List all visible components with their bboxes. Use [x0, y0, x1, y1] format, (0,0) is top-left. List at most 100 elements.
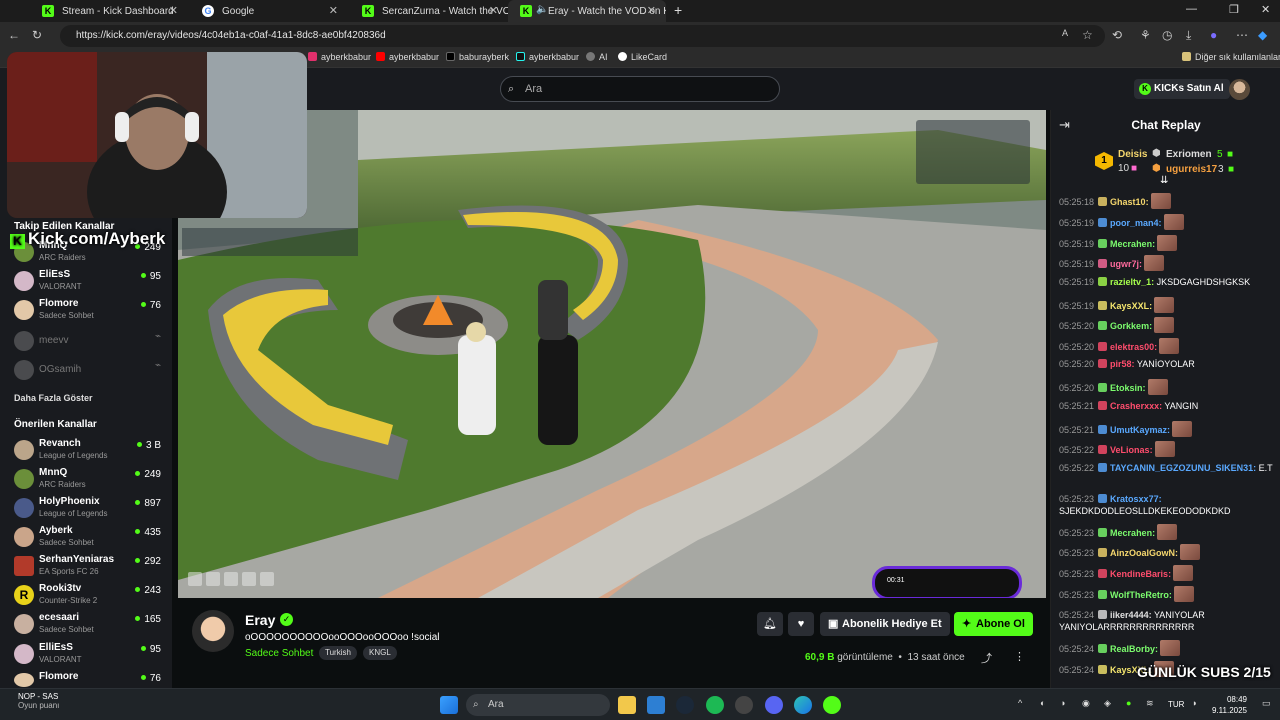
close-tab-icon[interactable]: ✕ — [329, 4, 338, 17]
history-icon[interactable]: ◷ — [1162, 28, 1172, 42]
spotify-icon[interactable] — [706, 696, 724, 714]
sidebar-channel-serhanyeniaras[interactable]: SerhanYeniaras EA Sports FC 26 292 — [0, 553, 172, 581]
url-input[interactable]: https://kick.com/eray/videos/4c04eb1a-c0… — [60, 25, 1105, 47]
tag-kngl[interactable]: KNGL — [363, 646, 397, 660]
extensions-icon[interactable]: ⟲ — [1112, 28, 1122, 42]
tray-chevron-icon[interactable]: ^ — [1018, 698, 1022, 708]
message-username[interactable]: WolfTheRetro: — [1110, 590, 1172, 600]
message-username[interactable]: iiker4444: — [1110, 610, 1152, 620]
tab-google[interactable]: G Google ✕ — [190, 0, 348, 22]
message-username[interactable]: Ghast10: — [1110, 197, 1149, 207]
maximize-icon[interactable]: ❐ — [1229, 3, 1239, 16]
volume-icon[interactable]: ◗ — [1192, 698, 1197, 708]
streamer-name[interactable]: Eray — [245, 612, 275, 628]
start-icon[interactable] — [440, 696, 458, 714]
subscribe-button[interactable]: ✦ Abone Ol — [954, 612, 1033, 636]
tray-app-icon[interactable]: ◑ — [1060, 698, 1065, 708]
bookmark-tiktok[interactable]: ayberkbabur — [516, 52, 579, 62]
sidebar-channel-rooki3tv[interactable]: R Rooki3tv Counter-Strike 2 243 — [0, 582, 172, 610]
tab-kick-dashboard[interactable]: K Stream - Kick Dashboard ✕ — [30, 0, 188, 22]
more-options-icon[interactable]: ⋮ — [1014, 650, 1025, 663]
kick-app-icon[interactable] — [823, 696, 841, 714]
bookmark-instagram[interactable]: ayberkbabur — [308, 52, 371, 62]
close-window-icon[interactable]: ✕ — [1261, 3, 1270, 16]
taskbar-search[interactable]: ⌕ Ara — [466, 694, 610, 716]
close-tab-icon[interactable]: ✕ — [169, 4, 178, 17]
app-icon[interactable] — [735, 696, 753, 714]
tab-eray-vod[interactable]: K 🔈 Eray - Watch the VOD on Kick ✕ — [508, 0, 666, 22]
bookmark-youtube[interactable]: ayberkbabur — [376, 52, 439, 62]
share-icon[interactable]: ⤴ — [981, 650, 992, 666]
sidebar-channel-revanch[interactable]: Revanch League of Legends 3 B — [0, 437, 172, 465]
sidebar-channel-holyphoenix[interactable]: HolyPhoenix League of Legends 897 — [0, 495, 172, 523]
network-icon[interactable]: ≋ — [1146, 698, 1154, 709]
message-username[interactable]: Crasherxxx: — [1110, 401, 1162, 411]
minimize-icon[interactable]: — — [1186, 3, 1197, 15]
message-username[interactable]: Mecrahen: — [1110, 528, 1155, 538]
tag-turkish[interactable]: Turkish — [319, 646, 357, 660]
bookmark-likecard[interactable]: LikeCard — [618, 52, 667, 62]
message-username[interactable]: Etoksin: — [1110, 383, 1146, 393]
buy-kicks-button[interactable]: K KICKs Satın Al — [1134, 79, 1230, 99]
notifications-bell-button[interactable]: 🔔︎ — [757, 612, 783, 636]
sidebar-channel-ecesaari[interactable]: ecesaari Sadece Sohbet 165 — [0, 611, 172, 639]
store-icon[interactable] — [647, 696, 665, 714]
message-username[interactable]: KendineBaris: — [1110, 569, 1171, 579]
sidebar-channel-elliess[interactable]: ElliEsS VALORANT 95 — [0, 641, 172, 669]
message-username[interactable]: TAYCANIN_EGZOZUNU_SIKEN31: — [1110, 463, 1256, 473]
message-username[interactable]: pir58: — [1110, 359, 1135, 369]
close-tab-icon[interactable]: ✕ — [647, 4, 656, 17]
microphone-icon[interactable]: ● — [1126, 698, 1131, 708]
sidebar-channel-ogsamih[interactable]: OGsamih ⌁ — [0, 357, 172, 385]
download-icon[interactable]: ⤓ — [1186, 28, 1191, 43]
message-username[interactable]: KaysXXL: — [1110, 301, 1152, 311]
streamer-avatar[interactable] — [192, 610, 234, 652]
message-username[interactable]: Mecrahen: — [1110, 239, 1155, 249]
sidebar-channel-meevv[interactable]: meevv ⌁ — [0, 328, 172, 356]
sidebar-channel-ayberk[interactable]: Ayberk Sadece Sohbet 435 — [0, 524, 172, 552]
speaker-icon[interactable]: 🔈 — [536, 4, 548, 15]
show-more-button[interactable]: Daha Fazla Göster — [14, 393, 93, 403]
close-tab-icon[interactable]: ✕ — [489, 4, 498, 17]
message-username[interactable]: UmutKaymaz: — [1110, 425, 1170, 435]
stream-category-link[interactable]: Sadece Sohbet — [245, 648, 313, 659]
expand-icon[interactable]: ⇊ — [1160, 175, 1168, 186]
leader-3-name[interactable]: ugurreis17 — [1166, 164, 1217, 175]
sidebar-channel-flomore-rec[interactable]: Flomore 76 — [0, 670, 172, 688]
leader-1-name[interactable]: Deisis — [1118, 149, 1147, 160]
steam-icon[interactable] — [676, 696, 694, 714]
profile-icon[interactable]: ● — [1210, 28, 1217, 42]
discord-icon[interactable] — [765, 696, 783, 714]
follow-heart-button[interactable]: ♥ — [788, 612, 814, 636]
bookmark-ai[interactable]: AI — [586, 52, 608, 62]
sidebar-channel-mnnq-rec[interactable]: MnnQ ARC Raiders 249 — [0, 466, 172, 494]
bookmark-x[interactable]: baburayberk — [446, 52, 509, 62]
other-bookmarks-folder[interactable]: Diğer sık kullanılanlar — [1182, 52, 1280, 62]
file-explorer-icon[interactable] — [618, 696, 636, 714]
refresh-icon[interactable]: ↻ — [32, 28, 42, 42]
split-screen-icon[interactable]: ⚘ — [1140, 28, 1151, 42]
message-username[interactable]: AinzOoalGowN: — [1110, 548, 1178, 558]
read-aloud-icon[interactable]: A — [1062, 28, 1068, 38]
message-username[interactable]: Kratosxx77: — [1110, 494, 1162, 504]
notifications-icon[interactable]: ▭ — [1262, 698, 1271, 709]
edge-icon[interactable] — [794, 696, 812, 714]
leader-2-name[interactable]: Exriomen — [1166, 149, 1212, 160]
tray-app-icon[interactable]: ◉ — [1082, 698, 1090, 709]
message-username[interactable]: Gorkkem: — [1110, 321, 1152, 331]
back-icon[interactable]: ← — [8, 28, 20, 42]
message-username[interactable]: razieltv_1: — [1110, 277, 1154, 287]
user-avatar[interactable] — [1229, 79, 1250, 100]
taskbar-widget[interactable]: NOP - SAS Oyun puanı — [18, 692, 59, 710]
message-username[interactable]: elektras00: — [1110, 342, 1157, 352]
new-tab-icon[interactable]: + — [674, 2, 682, 18]
menu-dots-icon[interactable]: ⋯ — [1236, 28, 1248, 42]
tray-app-icon[interactable]: ◈ — [1104, 698, 1111, 709]
gift-subscription-button[interactable]: ▣ Abonelik Hediye Et — [820, 612, 950, 636]
sidebar-channel-eliess[interactable]: EliEsS VALORANT 95 — [0, 268, 172, 296]
video-player[interactable]: 00:31 — [178, 110, 1046, 598]
sidebar-channel-flomore[interactable]: Flomore Sadece Sohbet 76 — [0, 297, 172, 325]
message-username[interactable]: poor_man4: — [1110, 218, 1162, 228]
tab-sercanzurna-vod[interactable]: K SercanZurna - Watch the VOD on Kick ✕ — [350, 0, 508, 22]
tray-app-icon[interactable]: ◐ — [1040, 698, 1045, 708]
